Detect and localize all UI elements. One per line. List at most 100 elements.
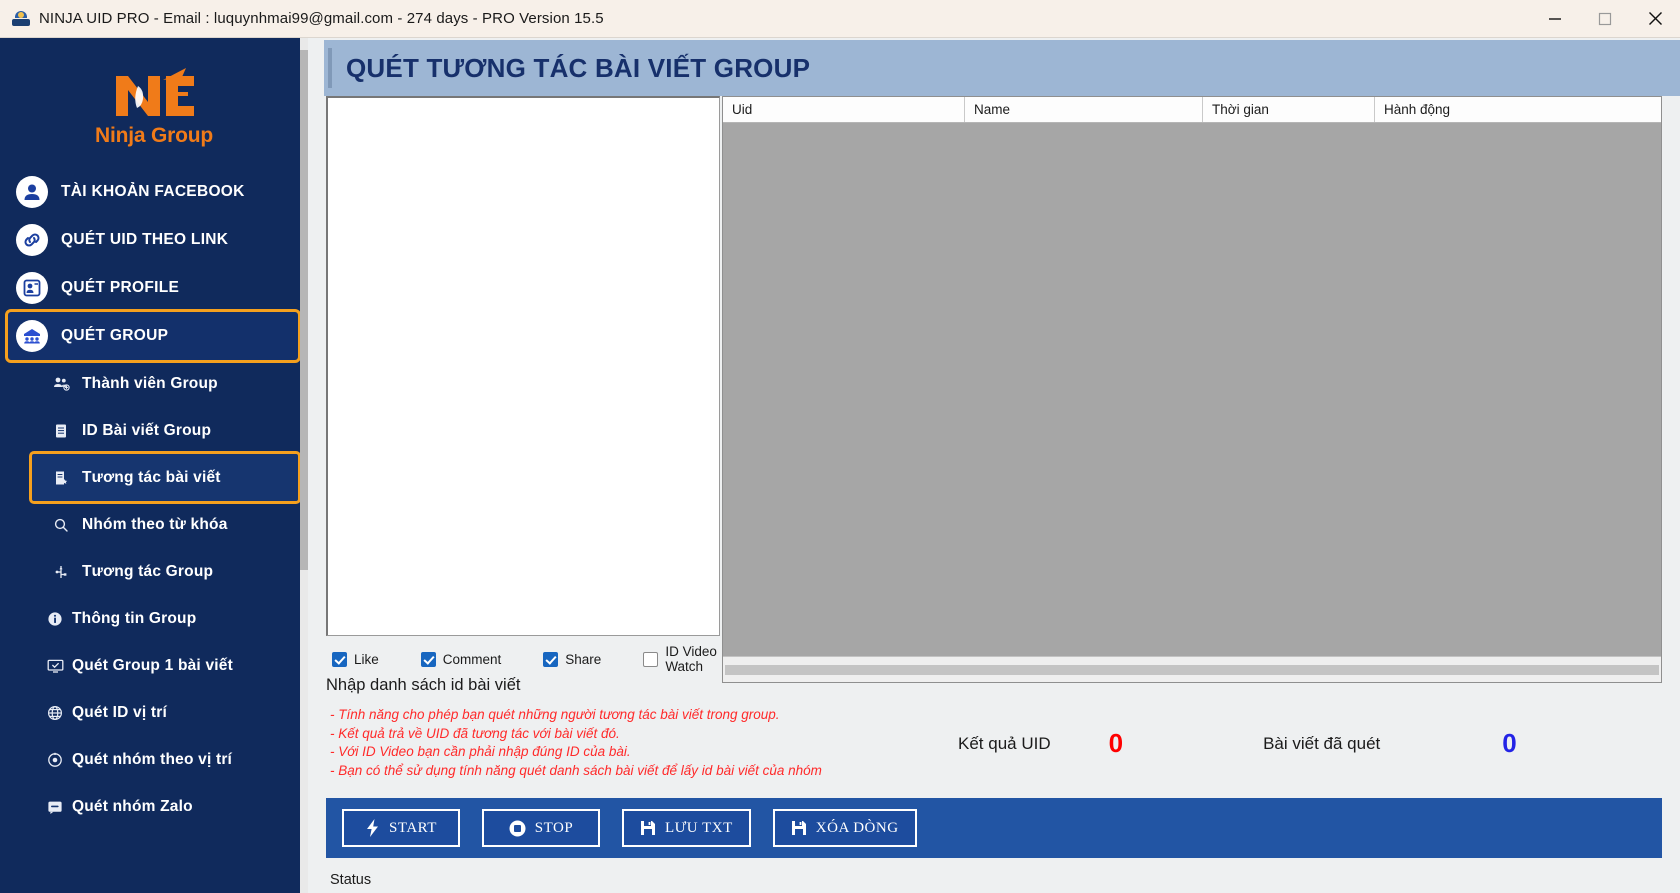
sidebar-subitem-nhom-theo-tu-khoa[interactable]: Nhóm theo từ khóa [0,501,308,548]
usb-icon [52,563,70,581]
profile-card-icon [16,272,48,304]
delete-row-button[interactable]: XÓA DÒNG [772,809,917,847]
sidebar: Ninja Group TÀI KHOẢN FACEBOOK QUÉT UID … [0,38,308,893]
table-column-header-hanh-dong[interactable]: Hành động [1375,97,1661,122]
table-column-header-name[interactable]: Name [965,97,1203,122]
sidebar-subitem-label: Tương tác bài viết [82,468,221,486]
brand-name: Ninja Group [95,124,213,147]
table-column-header-uid[interactable]: Uid [723,97,965,122]
status-bar: Status [308,866,1680,893]
lightning-icon [365,819,380,837]
status-label: Status [330,871,372,888]
brand-logo: Ninja Group [0,38,308,168]
checkbox-label: Like [354,651,379,667]
table-header-row: Uid Name Thời gian Hành động [723,97,1661,123]
sidebar-subitem-label: Tương tác Group [82,562,214,580]
minimize-button[interactable] [1530,0,1580,38]
sidebar-subitem-label: Quét nhóm Zalo [72,797,193,815]
members-icon [52,375,70,393]
sidebar-subitem-id-bai-viet-group[interactable]: ID Bài viết Group [0,407,308,454]
stop-icon [509,820,526,837]
save-icon [791,820,807,836]
button-label: START [389,819,437,836]
sidebar-scrollbar[interactable] [300,38,308,893]
post-id-input[interactable] [326,96,720,636]
page-title: QUÉT TƯƠNG TÁC BÀI VIẾT GROUP [346,52,811,83]
sidebar-subitem-label: Thành viên Group [82,374,218,392]
table-body [723,123,1661,656]
sidebar-subitem-label: Quét nhóm theo vị trí [72,750,233,768]
link-icon [16,224,48,256]
search-icon [52,516,70,534]
chat-icon [46,798,64,816]
save-icon [640,820,656,836]
sidebar-subitem-thanh-vien-group[interactable]: Thành viên Group [0,360,308,407]
sidebar-subitem-tuong-tac-bai-viet[interactable]: Tương tác bài viết [29,451,301,504]
save-txt-button[interactable]: LƯU TXT [622,809,751,847]
group-icon [16,320,48,352]
button-label: XÓA DÒNG [815,819,899,836]
sidebar-subitem-label: Thông tin Group [72,609,197,627]
checkbox-box [332,651,347,667]
close-button[interactable] [1630,0,1680,38]
checkbox-box [543,651,559,667]
sidebar-subitem-label: Quét ID vị trí [72,703,167,721]
document-icon [52,422,70,440]
sidebar-item-quet-group[interactable]: QUÉT GROUP [5,309,301,363]
sidebar-item-label: QUÉT UID THEO LINK [61,231,229,248]
sidebar-subitem-label: Nhóm theo từ khóa [82,515,228,533]
scrollbar-track[interactable] [725,664,1659,675]
sidebar-item-quet-profile[interactable]: QUÉT PROFILE [0,264,308,312]
sidebar-subitem-quet-group-1-bai-viet[interactable]: Quét Group 1 bài viết [0,642,308,689]
counters-row: Kết quả UID 0 Bài viết đã quét 0 [722,696,1662,791]
monitor-icon [46,657,64,675]
post-star-icon [52,469,70,487]
info-icon [46,610,64,628]
uid-result-label: Kết quả UID [958,733,1051,753]
button-label: STOP [534,819,574,836]
checkbox-share[interactable]: Share [543,651,602,667]
button-label: LƯU TXT [665,819,733,836]
checkbox-box [420,651,436,667]
sidebar-item-label: QUÉT PROFILE [61,279,180,296]
sidebar-item-label: QUÉT GROUP [61,327,169,344]
sidebar-scrollbar-thumb[interactable] [300,50,308,570]
sidebar-subitem-thong-tin-group[interactable]: Thông tin Group [0,595,308,642]
checkbox-label: Comment [442,651,502,667]
table-column-header-thoi-gian[interactable]: Thời gian [1203,97,1375,122]
sidebar-subitem-quet-id-vi-tri[interactable]: Quét ID vị trí [0,689,308,736]
app-icon [12,10,30,28]
content-area: Like Comment Share ID Video Watch Nhập d… [308,96,1680,893]
checkbox-id-video-watch[interactable]: ID Video Watch [643,644,720,674]
globe-icon [46,704,64,722]
stop-button[interactable]: STOP [482,809,600,847]
checkbox-comment[interactable]: Comment [420,651,502,667]
scanned-post-value: 0 [1502,728,1517,758]
window-title: NINJA UID PRO - Email : luquynhmai99@gma… [39,10,604,27]
sidebar-subitem-tuong-tac-group[interactable]: Tương tác Group [0,548,308,595]
start-button[interactable]: START [342,809,460,847]
action-bar: START STOP LƯU TXT XÓA DÒNG [326,798,1662,858]
scanned-post-label: Bài viết đã quét [1263,733,1381,753]
main-panel: QUÉT TƯƠNG TÁC BÀI VIẾT GROUP Like Comme… [308,38,1680,893]
checkbox-like[interactable]: Like [332,651,379,667]
sidebar-item-quet-uid-theo-link[interactable]: QUÉT UID THEO LINK [0,216,308,264]
ninja-group-logo-icon [108,66,200,122]
checkbox-box [643,651,659,667]
app-window: NINJA UID PRO - Email : luquynhmai99@gma… [0,0,1680,893]
table-horizontal-scrollbar[interactable] [723,656,1661,682]
maximize-button[interactable] [1580,0,1630,38]
checkbox-label: ID Video Watch [665,644,717,674]
sidebar-item-label: TÀI KHOẢN FACEBOOK [61,183,245,200]
sidebar-subitem-quet-nhom-theo-vi-tri[interactable]: Quét nhóm theo vị trí [0,736,308,783]
uid-result-value: 0 [1108,728,1124,758]
sidebar-item-tai-khoan-facebook[interactable]: TÀI KHOẢN FACEBOOK [0,168,308,216]
checkbox-label: Share [565,651,602,667]
sidebar-subitem-quet-nhom-zalo[interactable]: Quét nhóm Zalo [0,783,308,830]
filter-checkbox-row: Like Comment Share ID Video Watch [326,644,720,674]
title-bar: NINJA UID PRO - Email : luquynhmai99@gma… [0,0,1680,38]
header-accent-bar [328,48,332,88]
sidebar-subitem-label: ID Bài viết Group [82,421,212,439]
input-section-label: Nhập danh sách id bài viết [326,676,521,694]
scrollbar-thumb[interactable] [725,664,1659,675]
